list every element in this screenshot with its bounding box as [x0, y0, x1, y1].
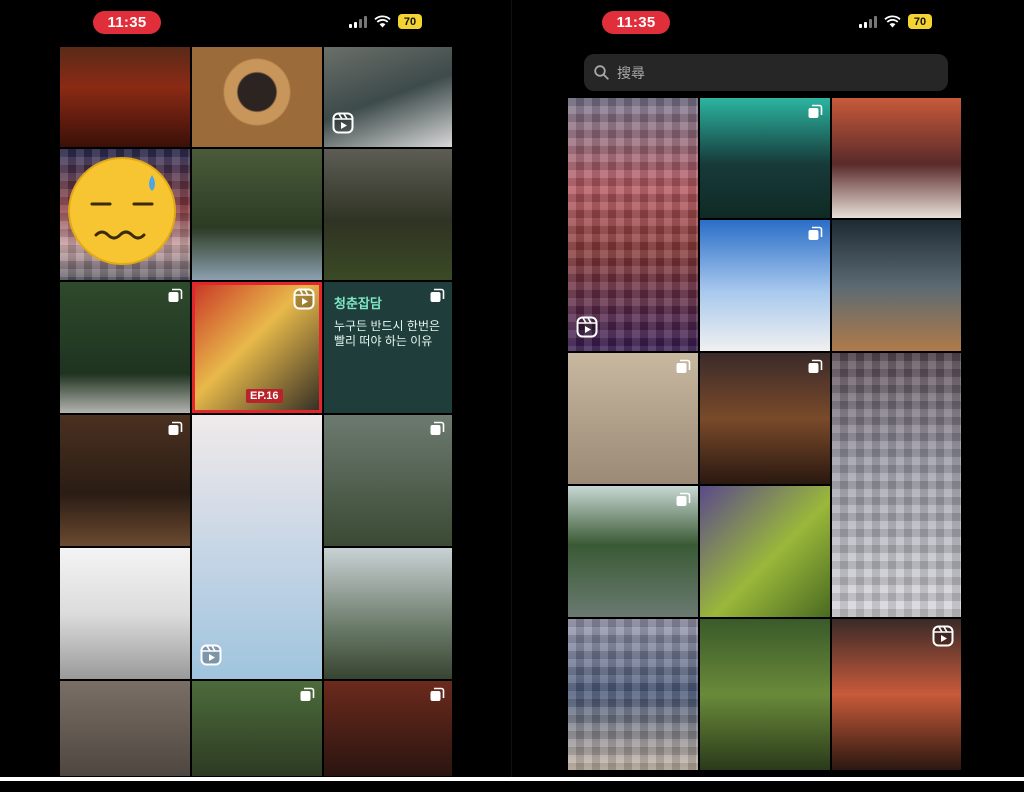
carousel-icon — [429, 421, 445, 442]
grid-tile-crater-photo[interactable] — [192, 47, 322, 147]
tile-caption-title: 청춘잡담 — [334, 296, 382, 311]
carousel-icon — [167, 288, 183, 309]
grid-tile-man-in-forest-photo[interactable] — [192, 149, 322, 280]
grid-tile-interior-carousel[interactable] — [60, 415, 190, 546]
panel-divider — [511, 0, 512, 780]
carousel-icon — [429, 288, 445, 309]
grid-tile-grass-photo[interactable] — [700, 486, 830, 617]
left-screen: 11:35 70 EP.16 청춘잡담누구든 반드시 한번은 빨리 떠야 하는 이… — [0, 0, 512, 780]
grid-tile-city-street-carousel[interactable] — [700, 353, 830, 484]
carousel-icon — [429, 687, 445, 708]
status-time: 11:35 — [602, 11, 670, 34]
carousel-icon — [167, 421, 183, 442]
right-screen: 11:35 70 搜尋 — [512, 0, 1024, 780]
search-icon — [594, 65, 609, 80]
battery-icon: 70 — [398, 14, 422, 29]
grid-tile-room-corner-photo[interactable] — [60, 681, 190, 776]
wifi-icon — [374, 15, 391, 28]
search-placeholder: 搜尋 — [617, 64, 645, 81]
status-time: 11:35 — [93, 11, 161, 34]
reel-icon — [332, 112, 354, 139]
emoji-overlay — [68, 157, 176, 265]
status-icons: 70 — [859, 14, 932, 29]
grid-tile-forest-photo[interactable] — [700, 619, 830, 770]
grid-tile-frame-on-wall-carousel[interactable] — [60, 282, 190, 413]
signal-icon — [349, 15, 367, 28]
signal-icon — [859, 15, 877, 28]
grid-tile-blurred-person-reel[interactable] — [568, 98, 698, 351]
grid-tile-dog-in-water-carousel[interactable] — [568, 486, 698, 617]
grid-tile-blurred-people-photo[interactable] — [568, 619, 698, 770]
status-icons: 70 — [349, 14, 422, 29]
bottom-bar — [512, 777, 1024, 781]
carousel-icon — [807, 226, 823, 247]
bottom-bar — [0, 777, 512, 781]
battery-icon: 70 — [908, 14, 932, 29]
reel-icon — [932, 625, 954, 652]
grid-tile-man-portrait-carousel[interactable] — [324, 681, 452, 776]
grid-tile-comic-reel[interactable]: EP.16 — [192, 282, 322, 413]
grid-tile-mall-interior-photo[interactable] — [832, 220, 961, 351]
reel-icon — [576, 316, 598, 343]
grid-tile-daffodil-photo[interactable] — [324, 149, 452, 280]
grid-tile-lava-photo[interactable] — [60, 47, 190, 147]
grid-tile-selfie-reel[interactable] — [192, 415, 322, 679]
tile-label: EP.16 — [246, 389, 283, 403]
reel-icon — [293, 288, 315, 315]
grid-tile-dog-running-carousel[interactable] — [192, 681, 322, 776]
reel-icon — [200, 644, 222, 671]
grid-tile-orangutan-reel[interactable] — [832, 619, 961, 770]
grid-tile-sky-building-carousel[interactable] — [700, 220, 830, 351]
grid-tile-korean-text-carousel[interactable]: 청춘잡담누구든 반드시 한번은 빨리 떠야 하는 이유 — [324, 282, 452, 413]
wifi-icon — [884, 15, 901, 28]
grid-tile-blurred-monkey-photo[interactable] — [832, 353, 961, 617]
grid-tile-white-room-photo[interactable] — [60, 548, 190, 679]
search-input[interactable]: 搜尋 — [584, 54, 948, 91]
carousel-icon — [299, 687, 315, 708]
explore-grid — [568, 98, 961, 774]
grid-tile-city-robot-carousel[interactable] — [700, 98, 830, 218]
grid-tile-valley-carousel[interactable] — [324, 415, 452, 546]
grid-tile-trash-bag-reel[interactable] — [324, 47, 452, 147]
carousel-icon — [807, 359, 823, 380]
carousel-icon — [807, 104, 823, 125]
carousel-icon — [675, 359, 691, 380]
carousel-icon — [675, 492, 691, 513]
tile-caption: 청춘잡담누구든 반드시 한번은 빨리 떠야 하는 이유 — [334, 296, 444, 350]
tile-caption-text: 누구든 반드시 한번은 빨리 떠야 하는 이유 — [334, 318, 441, 349]
grid-tile-boat-sunset-photo[interactable] — [832, 98, 961, 218]
grid-tile-hiker-photo[interactable] — [324, 548, 452, 679]
grid-tile-gallery-carousel[interactable] — [568, 353, 698, 484]
